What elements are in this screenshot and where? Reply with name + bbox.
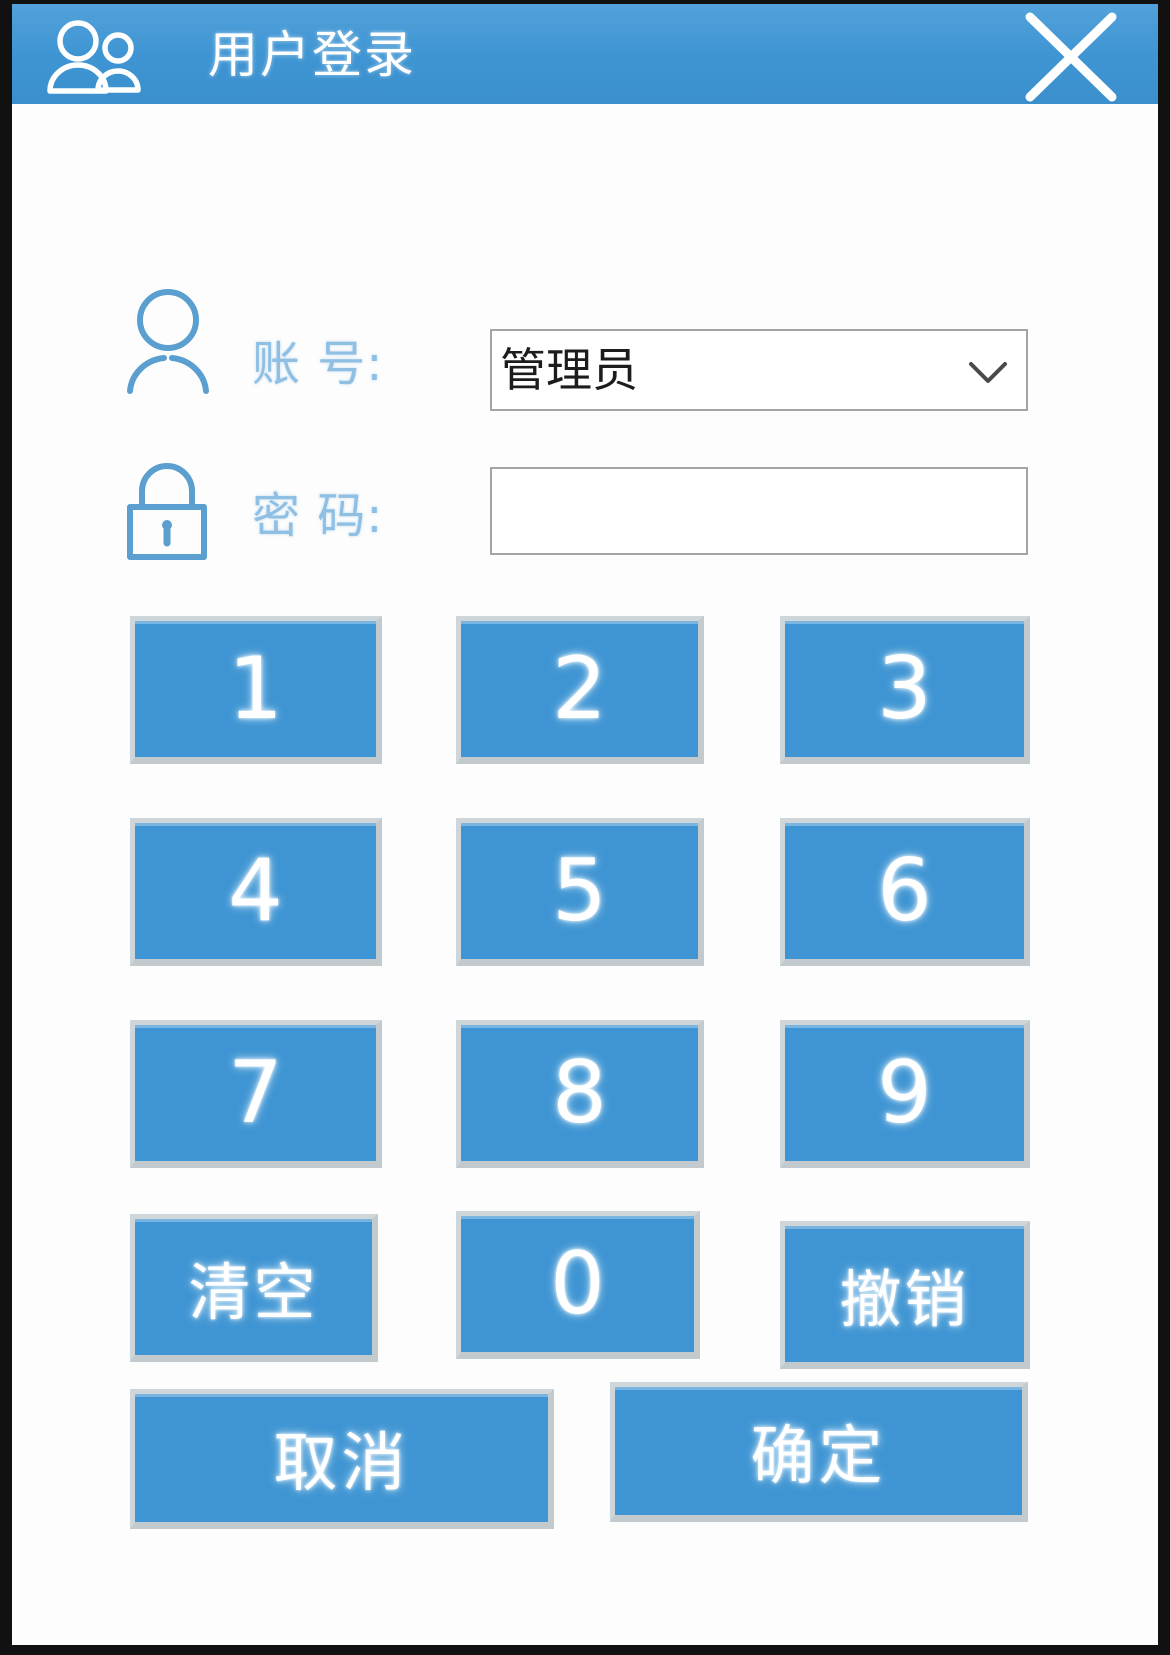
- key-0[interactable]: 0: [456, 1211, 700, 1359]
- dialog-body: 账 号: 管理员 密 码: 1 2 3 4 5 6 7 8 9 清空 0 撤销 …: [12, 104, 1158, 1645]
- password-input[interactable]: [490, 467, 1028, 555]
- lock-icon: [118, 461, 216, 561]
- key-clear[interactable]: 清空: [130, 1214, 378, 1362]
- cancel-button[interactable]: 取消: [130, 1389, 554, 1529]
- key-2[interactable]: 2: [456, 616, 704, 764]
- chevron-down-icon[interactable]: [966, 357, 1010, 387]
- account-select[interactable]: 管理员: [490, 329, 1028, 411]
- title-bar: 用户登录: [12, 4, 1158, 104]
- window-title: 用户登录: [208, 26, 416, 84]
- users-icon: [38, 18, 148, 94]
- close-icon[interactable]: [1012, 4, 1128, 104]
- key-5[interactable]: 5: [456, 818, 704, 966]
- login-dialog-window: 用户登录 账 号: 管理员 密 码: 1 2 3 4 5 6 7 8 9 清空 …: [0, 0, 1170, 1655]
- key-8[interactable]: 8: [456, 1020, 704, 1168]
- key-undo[interactable]: 撤销: [780, 1221, 1030, 1369]
- password-label: 密 码:: [252, 488, 384, 544]
- person-icon: [122, 287, 214, 395]
- key-9[interactable]: 9: [780, 1020, 1030, 1168]
- key-1[interactable]: 1: [130, 616, 382, 764]
- key-3[interactable]: 3: [780, 616, 1030, 764]
- key-4[interactable]: 4: [130, 818, 382, 966]
- key-7[interactable]: 7: [130, 1020, 382, 1168]
- confirm-button[interactable]: 确定: [610, 1382, 1028, 1522]
- account-label: 账 号:: [252, 336, 384, 392]
- key-6[interactable]: 6: [780, 818, 1030, 966]
- titlebar-sheen: [12, 4, 1158, 54]
- account-select-value: 管理员: [500, 343, 638, 397]
